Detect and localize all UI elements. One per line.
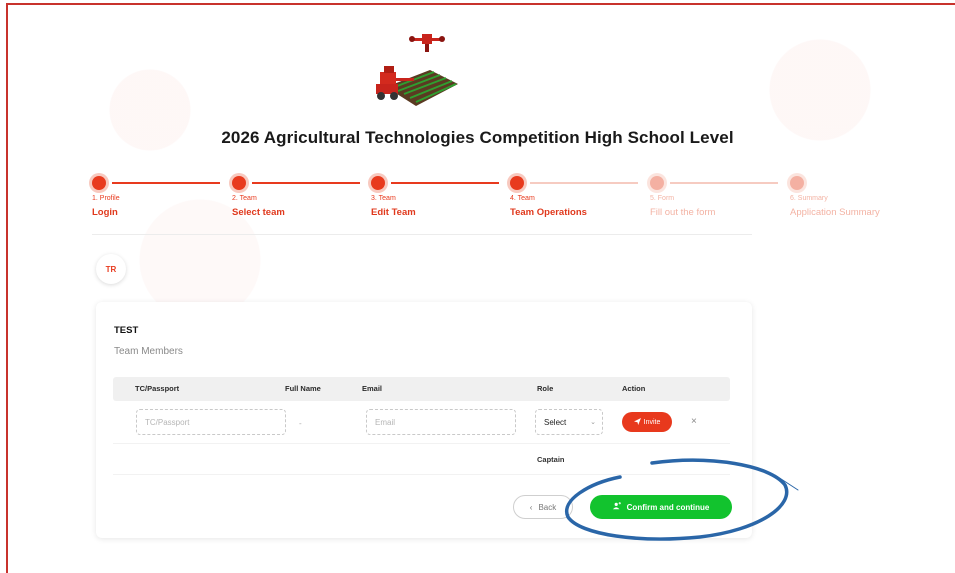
step-number: 5. Form	[650, 195, 675, 202]
confirm-label: Confirm and continue	[626, 502, 710, 512]
page-title: 2026 Agricultural Technologies Competiti…	[221, 128, 734, 147]
email-input[interactable]: Email	[366, 409, 516, 435]
step-label: Select team	[232, 207, 285, 218]
fullname-value: -	[299, 419, 302, 428]
column-header-action: Action	[622, 384, 646, 393]
back-button[interactable]: ‹ Back	[513, 495, 573, 519]
column-header-fullname: Full Name	[285, 384, 321, 393]
divider	[92, 234, 752, 235]
step-label: Fill out the form	[650, 207, 716, 218]
user-plus-icon	[612, 502, 621, 512]
tc-passport-input[interactable]: TC/Passport	[136, 409, 286, 435]
step-label: Login	[92, 207, 118, 218]
progress-stepper: 1. Profile Login 2. Team Select team 3. …	[80, 172, 890, 222]
avatar[interactable]: TR	[96, 254, 126, 284]
role-select-value: Select	[544, 418, 567, 427]
column-header-tc: TC/Passport	[135, 384, 180, 393]
role-value: Captain	[537, 455, 565, 464]
step-connector	[530, 182, 638, 184]
chevron-left-icon: ‹	[529, 502, 533, 512]
step-number: 1. Profile	[92, 195, 120, 202]
step-connector	[391, 182, 499, 184]
confirm-and-continue-button[interactable]: Confirm and continue	[590, 495, 732, 519]
step-dot	[650, 176, 664, 190]
table-row: Captain	[113, 443, 730, 475]
close-icon[interactable]: ×	[691, 416, 697, 427]
table-header: TC/Passport Full Name Email Role Action	[113, 377, 730, 401]
team-name: TEST	[114, 325, 139, 336]
step-label: Team Operations	[510, 207, 587, 218]
invite-label: Invite	[643, 418, 661, 426]
step-connector	[670, 182, 778, 184]
step-label: Edit Team	[371, 207, 416, 218]
step-dot	[232, 176, 246, 190]
step-dot	[510, 176, 524, 190]
team-members-label: Team Members	[114, 346, 183, 357]
step-connector	[252, 182, 360, 184]
drone-illustration	[409, 34, 445, 52]
robot-planter-logo	[376, 34, 458, 106]
step-dot	[92, 176, 106, 190]
step-number: 6. Summary	[790, 195, 828, 202]
step-dot	[790, 176, 804, 190]
column-header-email: Email	[362, 384, 383, 393]
send-icon	[633, 417, 641, 427]
step-label: Application Summary	[790, 207, 880, 218]
step-connector	[112, 182, 220, 184]
step-number: 2. Team	[232, 195, 257, 202]
chevron-down-icon: ⌄	[590, 419, 596, 426]
role-select[interactable]: Select ⌄	[535, 409, 603, 435]
back-label: Back	[538, 502, 557, 512]
team-card: TEST Team Members TC/Passport Full Name …	[96, 302, 752, 538]
step-number: 3. Team	[371, 195, 396, 202]
step-dot	[371, 176, 385, 190]
step-number: 4. Team	[510, 195, 535, 202]
invite-button[interactable]: Invite	[622, 412, 672, 432]
table-row-new-member: TC/Passport - Email Select ⌄ Invite ×	[113, 405, 730, 441]
column-header-role: Role	[537, 384, 554, 393]
